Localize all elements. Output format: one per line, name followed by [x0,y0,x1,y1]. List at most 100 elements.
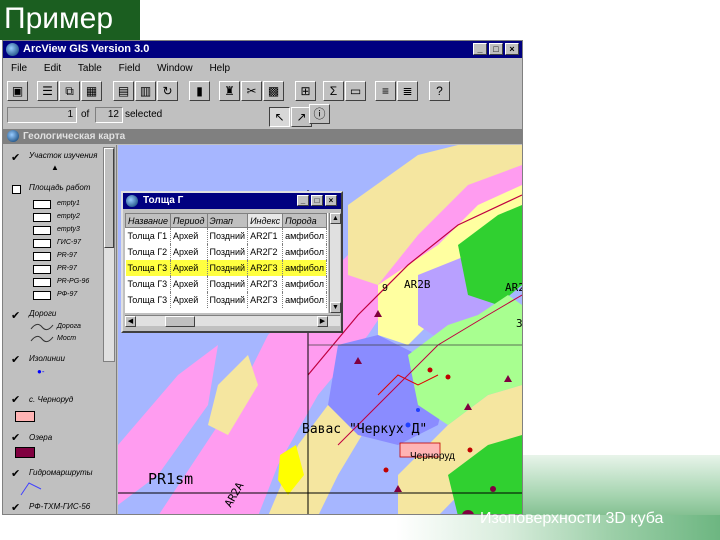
scroll-down-icon[interactable]: ▼ [330,302,341,313]
table-cell[interactable]: AR2Г3 [247,275,284,292]
menu-edit[interactable]: Edit [44,63,61,74]
table-cell[interactable]: Поздний [207,259,249,276]
table-cell[interactable]: Архей [170,259,208,276]
paste-icon[interactable]: ▦ [81,81,102,101]
checkmark-icon[interactable]: ✔ [11,353,20,366]
calculate-icon[interactable]: ▭ [345,81,366,101]
toc-scrollbar[interactable] [103,147,115,362]
identify-icon[interactable]: ⓘ [309,104,330,124]
map-label-village: Черноруд [410,451,455,462]
toc-item-study-area[interactable]: Участок изучения [29,151,97,160]
table-cell[interactable]: Архей [170,275,208,292]
checkmark-icon[interactable]: ✔ [11,309,20,322]
pointer-icon[interactable]: ↖ [269,107,290,127]
table-cell[interactable]: Толща Г3 [125,291,171,308]
toc-item-village[interactable]: с. Черноруд [29,395,73,404]
table-cell[interactable]: AR2Г3 [247,259,284,276]
query-icon[interactable]: ✂ [241,81,262,101]
table-vertical-scrollbar[interactable]: ▲ ▼ [329,213,341,313]
window-titlebar[interactable]: ArcView GIS Version 3.0 _ □ × [3,41,522,58]
menu-window[interactable]: Window [157,63,193,74]
help-icon[interactable]: ? [429,81,450,101]
column-header-index[interactable]: Индекс [247,213,284,228]
table-row[interactable]: Толща Г3 Архей Поздний AR2Г3 амфибол [125,275,327,292]
table-cell[interactable]: Архей [170,227,208,244]
table-minimize-button[interactable]: _ [297,195,309,206]
table-close-button[interactable]: × [325,195,337,206]
record-index-field[interactable]: 1 [7,107,77,123]
toc-item-rf-layer[interactable]: РФ-ТХМ-ГИС-56 [29,502,90,511]
table-cell[interactable]: Поздний [207,243,249,260]
table-cell[interactable]: амфибол [282,227,327,244]
toc-item-roads[interactable]: Дороги [29,309,56,318]
table-row[interactable]: Толща Г1 Архей Поздний AR2Г1 амфибол [125,227,327,244]
table-cell[interactable]: Толща Г3 [125,275,171,292]
table-cell[interactable]: AR2Г3 [247,291,284,308]
table-cell[interactable]: Поздний [207,291,249,308]
select-all-icon[interactable]: ▩ [263,81,284,101]
maximize-button[interactable]: □ [489,43,503,55]
toc-item-work-area[interactable]: Площадь работ [29,183,90,192]
legend-swatch [33,200,51,209]
table-properties-icon[interactable]: ☰ [37,81,58,101]
toc-item-isolines[interactable]: Изолинии [29,354,65,363]
table-cell[interactable]: Поздний [207,275,249,292]
edit-table-icon[interactable]: ▤ [113,81,134,101]
scroll-thumb[interactable] [165,316,195,327]
unchecked-box[interactable] [12,185,21,194]
sort-descending-icon[interactable]: ≣ [397,81,418,101]
refresh-icon[interactable]: ↻ [157,81,178,101]
copy-icon[interactable]: ⧉ [59,81,80,101]
scroll-up-icon[interactable]: ▲ [330,213,341,224]
menu-help[interactable]: Help [209,63,230,74]
lake-swatch [15,447,35,458]
table-horizontal-scrollbar[interactable]: ◀ ▶ [125,315,340,327]
table-cell[interactable]: амфибол [282,291,327,308]
toc-item-hydro-routes[interactable]: Гидромаршруты [29,468,93,477]
menu-field[interactable]: Field [119,63,141,74]
view-titlebar[interactable]: Геологическая карта [3,129,522,144]
table-cell[interactable]: амфибол [282,259,327,276]
checkmark-icon[interactable]: ✔ [11,501,20,514]
table-row[interactable]: Толща Г2 Архей Поздний AR2Г2 амфибол [125,243,327,260]
table-cell[interactable]: Толща Г2 [125,243,171,260]
close-button[interactable]: × [505,43,519,55]
map-label-3: 3 [516,317,522,330]
table-cell[interactable]: Толща Г1 [125,227,171,244]
checkmark-icon[interactable]: ✔ [11,431,20,444]
column-header-stage[interactable]: Этап [206,213,249,228]
minimize-button[interactable]: _ [473,43,487,55]
toc-item-lakes[interactable]: Озера [29,433,52,442]
table-cell[interactable]: Архей [170,291,208,308]
menu-table[interactable]: Table [78,63,102,74]
table-cell[interactable]: AR2Г2 [247,243,284,260]
table-maximize-button[interactable]: □ [311,195,323,206]
checkmark-icon[interactable]: ✔ [11,151,20,164]
scroll-right-icon[interactable]: ▶ [317,316,328,327]
summarize-icon[interactable]: Σ [323,81,344,101]
checkmark-icon[interactable]: ✔ [11,393,20,406]
table-cell[interactable]: AR2Г1 [247,227,284,244]
village-swatch [15,411,35,422]
column-header-name[interactable]: Название [125,213,171,228]
table-cell[interactable]: Толща Г3 [125,259,171,276]
column-header-period[interactable]: Период [169,213,208,228]
table-row-selected[interactable]: Толща Г3 Архей Поздний AR2Г3 амфибол [125,259,327,276]
chart-icon[interactable]: ▮ [189,81,210,101]
table-cell[interactable]: амфибол [282,275,327,292]
find-icon[interactable]: ♜ [219,81,240,101]
table-cell[interactable]: Поздний [207,227,249,244]
sort-ascending-icon[interactable]: ≡ [375,81,396,101]
menu-file[interactable]: File [11,63,27,74]
table-cell[interactable]: Архей [170,243,208,260]
scroll-left-icon[interactable]: ◀ [125,316,136,327]
refresh-table-icon[interactable]: ▥ [135,81,156,101]
join-icon[interactable]: ⊞ [295,81,316,101]
table-cell[interactable]: амфибол [282,243,327,260]
table-titlebar[interactable]: Толща Г _ □ × [123,193,341,209]
save-icon[interactable]: ▣ [7,81,28,101]
table-row[interactable]: Толща Г3 Архей Поздний AR2Г3 амфибол [125,291,327,308]
view-globe-icon [7,130,19,142]
column-header-rock[interactable]: Порода [282,213,327,228]
scroll-thumb[interactable] [104,148,114,248]
